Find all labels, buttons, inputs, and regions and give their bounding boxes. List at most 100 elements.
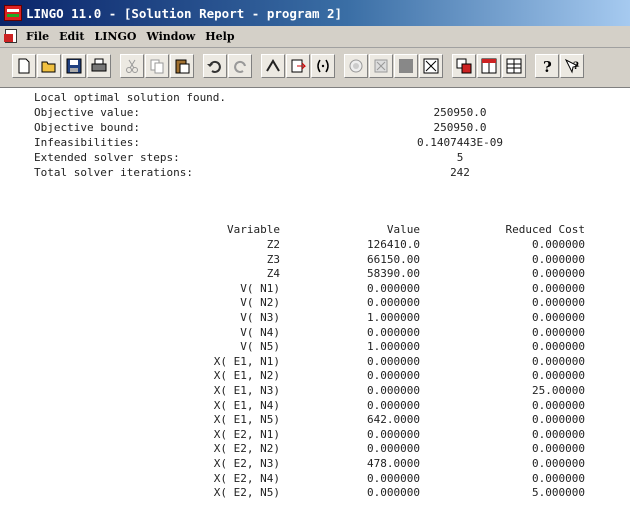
title-bar[interactable]: LINGO 11.0 - [Solution Report - program … [0, 0, 630, 26]
row-value: 1.000000 [367, 311, 420, 324]
row-reduced-cost: 0.000000 [532, 296, 585, 310]
summary-value: 242 [450, 166, 470, 179]
summary-label: Total solver iterations: [34, 166, 193, 179]
row-value: 0.000000 [367, 384, 420, 397]
row-value: 642.0000 [367, 413, 420, 427]
document-icon[interactable] [4, 29, 20, 44]
row-variable: X( E2, N4) [213, 471, 280, 485]
save-icon[interactable] [62, 54, 86, 78]
row-reduced-cost: 0.000000 [532, 457, 585, 470]
toolbar: ? ? [0, 48, 630, 88]
row-reduced-cost: 0.000000 [532, 325, 585, 339]
row-variable: Z4 [266, 267, 280, 281]
row-variable: Z3 [266, 252, 280, 266]
close-all-icon[interactable] [369, 54, 393, 78]
row-variable: X( E2, N3) [213, 457, 280, 470]
summary-label: Objective bound: [34, 121, 140, 134]
row-value: 0.000000 [367, 281, 420, 295]
row-value: 0.000000 [367, 442, 420, 456]
cut-icon[interactable] [120, 54, 144, 78]
row-value: 0.000000 [367, 354, 420, 368]
row-reduced-cost: 0.000000 [532, 267, 585, 281]
open-icon[interactable] [37, 54, 61, 78]
solution-report[interactable]: Local optimal solution found. Objective … [0, 88, 630, 532]
row-value: 478.0000 [367, 457, 420, 470]
row-variable: V( N1) [240, 281, 280, 295]
row-reduced-cost: 0.000000 [532, 354, 585, 368]
lingo-app-icon[interactable] [4, 5, 22, 21]
row-value: 126410.0 [367, 238, 420, 251]
menu-edit[interactable]: Edit [59, 30, 84, 43]
row-value: 0.000000 [367, 325, 420, 339]
row-reduced-cost: 0.000000 [532, 369, 585, 383]
help-icon[interactable]: ? [535, 54, 559, 78]
summary-label: Extended solver steps: [34, 151, 180, 164]
menu-lingo[interactable]: LINGO [95, 30, 137, 43]
summary-label: Objective value: [34, 106, 140, 119]
row-reduced-cost: 0.000000 [532, 340, 585, 354]
redo-icon[interactable] [228, 54, 252, 78]
row-value: 0.000000 [367, 369, 420, 383]
cascade-icon[interactable] [502, 54, 526, 78]
row-value: 66150.00 [367, 252, 420, 266]
row-reduced-cost: 0.000000 [532, 427, 585, 441]
summary-value: 250950.0 [433, 106, 487, 119]
row-reduced-cost: 0.000000 [532, 281, 585, 295]
row-variable: V( N5) [240, 340, 280, 354]
paste-icon[interactable] [170, 54, 194, 78]
goto-icon[interactable] [286, 54, 310, 78]
row-value: 0.000000 [367, 427, 420, 441]
summary-label: Infeasibilities: [34, 136, 140, 149]
new-icon[interactable] [12, 54, 36, 78]
row-reduced-cost: 0.000000 [532, 398, 585, 412]
context-help-icon[interactable]: ? [560, 54, 584, 78]
menu-help[interactable]: Help [205, 30, 234, 43]
column-header-variable: Variable [227, 223, 280, 236]
row-variable: X( E2, N5) [213, 486, 280, 500]
row-variable: Z2 [266, 238, 280, 251]
row-variable: X( E1, N3) [213, 384, 280, 397]
row-variable: X( E2, N2) [213, 442, 280, 456]
tile-icon[interactable] [477, 54, 501, 78]
row-variable: X( E2, N1) [213, 427, 280, 441]
row-value: 0.000000 [367, 398, 420, 412]
row-value: 1.000000 [367, 340, 420, 354]
copy-icon[interactable] [145, 54, 169, 78]
column-header-value: Value [386, 223, 420, 236]
row-reduced-cost: 5.000000 [532, 486, 585, 500]
window-icon[interactable] [452, 54, 476, 78]
menu-file[interactable]: File [26, 30, 49, 43]
row-variable: X( E1, N5) [213, 413, 280, 427]
row-value: 58390.00 [367, 267, 420, 281]
row-reduced-cost: 0.000000 [532, 471, 585, 485]
summary-value: 250950.0 [433, 121, 487, 134]
menu-bar: File Edit LINGO Window Help [0, 26, 630, 48]
row-reduced-cost: 0.000000 [532, 252, 585, 266]
toolbar-file-group: ? ? [12, 54, 585, 80]
row-value: 0.000000 [367, 296, 420, 310]
svg-text:?: ? [543, 58, 552, 75]
menu-window[interactable]: Window [146, 30, 195, 43]
row-variable: V( N3) [240, 311, 280, 324]
row-variable: V( N2) [240, 296, 280, 310]
match-paren-icon[interactable] [311, 54, 335, 78]
row-value: 0.000000 [367, 486, 420, 500]
column-header-reduced-cost: Reduced Cost [505, 223, 585, 236]
window-title: LINGO 11.0 - [Solution Report - program … [26, 5, 343, 21]
lingo-window: LINGO 11.0 - [Solution Report - program … [0, 0, 630, 532]
row-variable: X( E1, N1) [213, 354, 280, 368]
summary-value: 0.1407443E-09 [416, 136, 504, 149]
report-header: Local optimal solution found. [34, 91, 227, 104]
print-icon[interactable] [87, 54, 111, 78]
toggle-icon[interactable] [419, 54, 443, 78]
row-reduced-cost: 0.000000 [532, 238, 585, 251]
find-icon[interactable] [261, 54, 285, 78]
row-reduced-cost: 25.00000 [532, 384, 585, 397]
row-reduced-cost: 0.000000 [532, 413, 585, 427]
row-reduced-cost: 0.000000 [532, 442, 585, 456]
stop-icon[interactable] [394, 54, 418, 78]
row-reduced-cost: 0.000000 [532, 311, 585, 324]
undo-icon[interactable] [203, 54, 227, 78]
solve-icon[interactable] [344, 54, 368, 78]
svg-text:?: ? [573, 61, 579, 72]
